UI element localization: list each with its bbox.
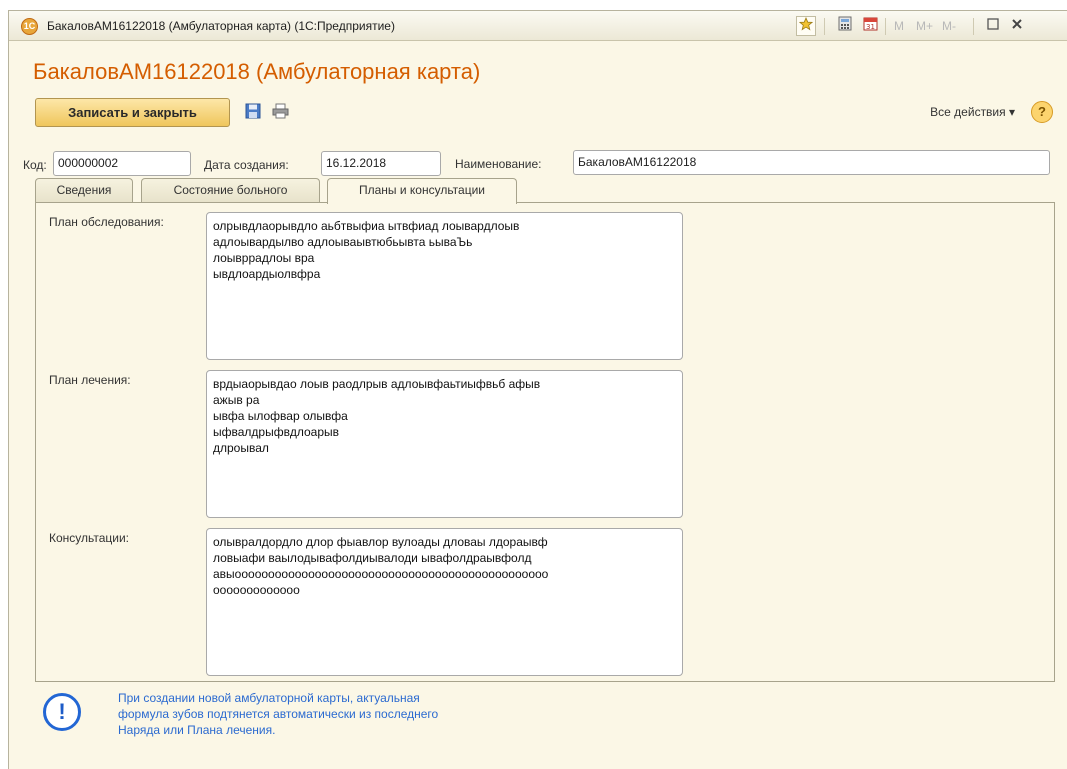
tab-plans-consultations[interactable]: Планы и консультации [327,178,517,204]
favorite-star-icon[interactable] [796,16,816,36]
creation-date-field[interactable]: 16.12.2018 [321,151,441,176]
calendar-icon[interactable]: 31 [860,16,880,36]
all-actions-menu[interactable]: Все действия ▾ [930,105,1015,119]
window-titlebar[interactable]: 1С БакаловАМ16122018 (Амбулаторная карта… [9,11,1067,41]
titlebar-separator [973,18,974,35]
memory-m-minus-button[interactable]: M- [942,16,956,36]
treatment-plan-label: План лечения: [49,373,131,387]
code-field[interactable]: 000000002 [53,151,191,176]
window-title: БакаловАМ16122018 (Амбулаторная карта) (… [47,19,395,33]
exam-plan-label: План обследования: [49,215,164,229]
desktop-background [0,0,1067,10]
consultations-textarea[interactable]: олывралдордло длор фыавлор вулоады длова… [206,528,683,676]
titlebar-separator [885,18,886,35]
form-window: 1С БакаловАМ16122018 (Амбулаторная карта… [8,10,1067,769]
code-label: Код: [23,158,47,172]
maximize-icon[interactable] [983,16,1003,36]
save-floppy-icon[interactable] [245,103,263,121]
creation-date-label: Дата создания: [204,158,289,172]
name-field[interactable]: БакаловАМ16122018 [573,150,1050,175]
info-note: При создании новой амбулаторной карты, а… [118,691,439,737]
consultations-label: Консультации: [49,531,129,545]
info-exclamation-icon: ! [43,693,81,731]
memory-m-plus-button[interactable]: M+ [916,16,933,36]
calculator-icon[interactable] [835,16,855,36]
form-title: БакаловАМ16122018 (Амбулаторная карта) [33,59,481,84]
titlebar-separator [824,18,825,35]
tab-panel-plans: План обследования: олрывдлаорывдло аьбтв… [35,202,1055,682]
close-icon[interactable] [1007,16,1027,36]
treatment-plan-textarea[interactable]: врдыаорывдао лоыв раодлрыв адлоывфаьтиыф… [206,370,683,518]
tab-patient-state[interactable]: Состояние больного [141,178,320,203]
tab-strip: Сведения Состояние больного Планы и конс… [35,178,1055,204]
svg-text:31: 31 [866,23,875,31]
command-bar: Записать и закрыть Все действия ▾ ? [35,98,1055,128]
memory-m-button[interactable]: M [894,16,904,36]
name-label: Наименование: [455,157,542,171]
save-and-close-button[interactable]: Записать и закрыть [35,98,230,127]
1c-logo-icon: 1С [21,18,38,35]
exam-plan-textarea[interactable]: олрывдлаорывдло аьбтвыфиа ытвфиад лоывар… [206,212,683,360]
tab-info[interactable]: Сведения [35,178,133,203]
help-icon[interactable]: ? [1031,101,1053,123]
print-icon[interactable] [272,103,290,121]
